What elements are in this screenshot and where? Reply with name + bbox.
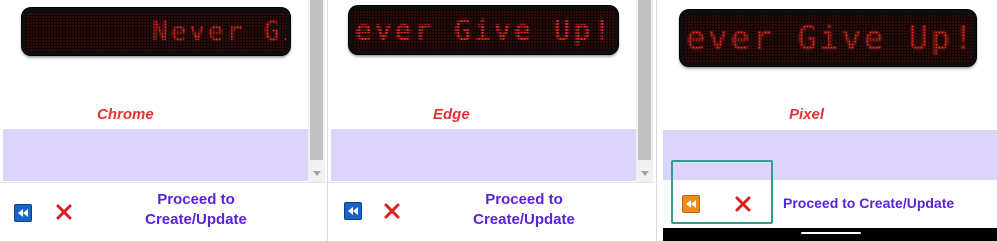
highlight-box (671, 160, 773, 224)
proceed-button[interactable]: Proceed to Create/Update (453, 190, 595, 230)
close-icon (384, 203, 400, 219)
lavender-band (3, 129, 308, 181)
led-ticker: ever Give Up! (349, 6, 618, 54)
chrome-panel: Never Gi Chrome Proceed to Create/Update (0, 0, 328, 241)
close-button[interactable] (734, 195, 752, 213)
ticker-text: ever Give Up! (686, 19, 972, 57)
led-matrix: ever Give Up! (684, 14, 972, 62)
proceed-button[interactable]: Proceed to Create/Update (783, 193, 987, 213)
nav-bar (663, 228, 997, 241)
led-matrix: Never Gi (26, 12, 286, 51)
rewind-button[interactable] (14, 204, 32, 222)
edge-panel: ever Give Up! Edge Proceed to Create/Upd… (328, 0, 656, 241)
proceed-line-1: Proceed to (157, 191, 235, 208)
close-icon (56, 204, 72, 220)
scrollbar[interactable] (636, 0, 653, 183)
panel-divider (656, 0, 657, 241)
pixel-panel: ever Give Up! Pixel Proceed to Create/Up… (663, 0, 997, 241)
scroll-down-arrow-icon[interactable] (313, 171, 321, 176)
scrollbar-thumb[interactable] (638, 0, 651, 160)
proceed-line-2: Create/Update (145, 211, 247, 228)
rewind-icon (18, 209, 28, 217)
ticker-text: ever Give Up! (355, 13, 614, 47)
proceed-button[interactable]: Proceed to Create/Update (126, 190, 266, 230)
browser-label-edge: Edge (433, 106, 470, 123)
scrollbar[interactable] (308, 0, 325, 183)
close-button[interactable] (55, 203, 73, 221)
led-ticker: ever Give Up! (680, 10, 976, 66)
rewind-icon (686, 200, 696, 208)
close-button[interactable] (383, 202, 401, 220)
close-icon (735, 196, 751, 212)
proceed-line-2: Create/Update (473, 211, 575, 228)
led-ticker: Never Gi (22, 8, 290, 55)
rewind-button[interactable] (344, 202, 362, 220)
scrollbar-thumb[interactable] (310, 0, 323, 160)
ticker-text: Never Gi (152, 16, 286, 47)
lavender-band (331, 129, 636, 181)
browser-label-chrome: Chrome (97, 106, 154, 123)
scroll-down-arrow-icon[interactable] (641, 171, 649, 176)
rewind-button[interactable] (682, 195, 700, 213)
nav-gesture-handle[interactable] (801, 232, 861, 234)
browser-label-pixel: Pixel (789, 106, 825, 123)
led-matrix: ever Give Up! (353, 10, 614, 50)
proceed-line-1: Proceed to (485, 191, 563, 208)
rewind-icon (348, 207, 358, 215)
